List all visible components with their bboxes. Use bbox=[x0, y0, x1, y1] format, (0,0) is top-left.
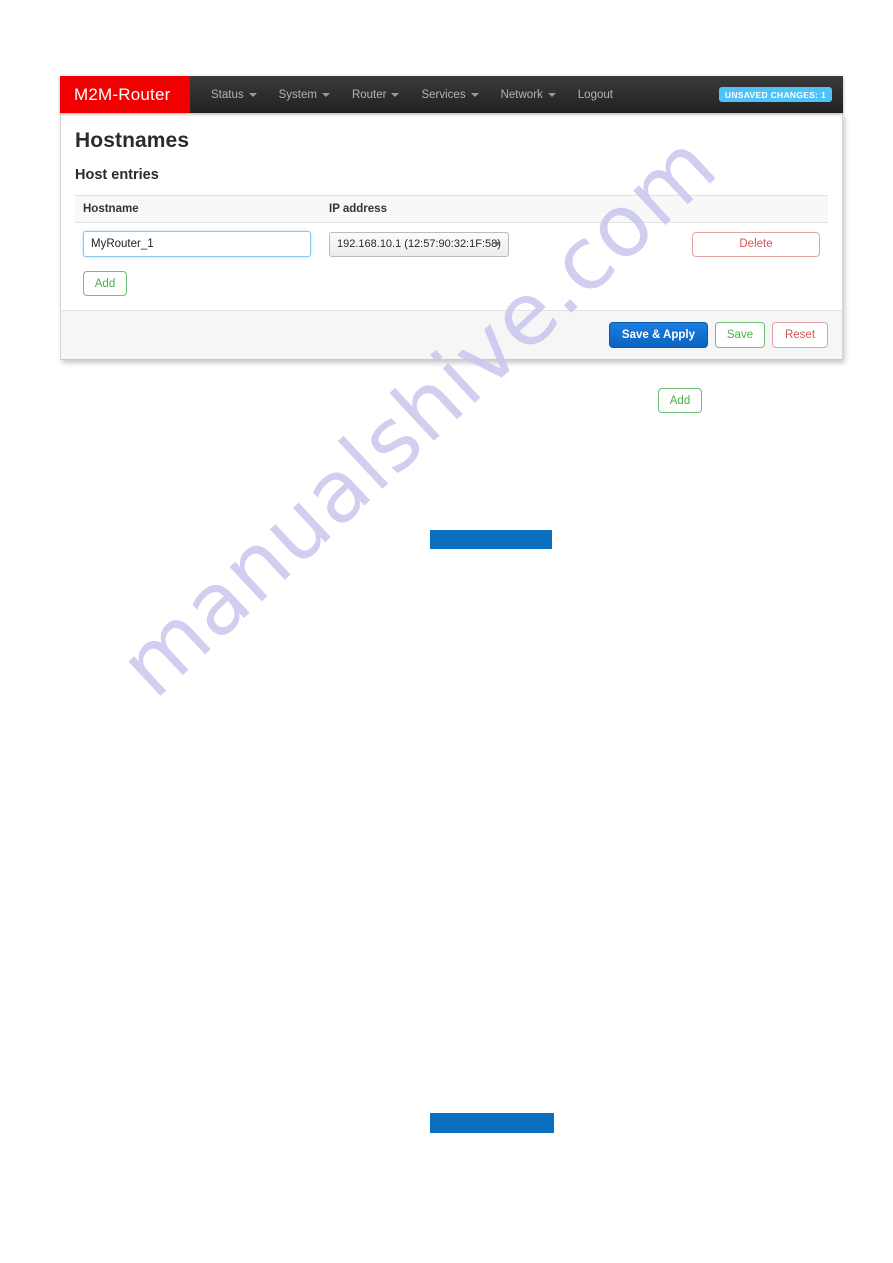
nav-item-logout-label: Logout bbox=[577, 88, 613, 101]
column-header-hostname: Hostname bbox=[83, 203, 139, 215]
save-and-apply-button[interactable]: Save & Apply bbox=[608, 322, 708, 348]
ip-address-selected-value: 192.168.10.1 (12:57:90:32:1F:58) bbox=[337, 238, 501, 250]
panel-footer: Save & Apply Save Reset bbox=[61, 310, 842, 359]
chevron-down-icon bbox=[493, 242, 501, 246]
brand-logo[interactable]: M2M-Router bbox=[60, 76, 190, 113]
chevron-down-icon bbox=[391, 92, 400, 97]
content-panel: Hostnames Host entries Hostname IP addre… bbox=[60, 113, 843, 360]
ip-address-cell: 192.168.10.1 (12:57:90:32:1F:58) bbox=[329, 231, 579, 257]
ip-address-select[interactable]: 192.168.10.1 (12:57:90:32:1F:58) bbox=[329, 231, 509, 257]
nav-item-router[interactable]: Router bbox=[341, 76, 411, 113]
actions-cell: Delete bbox=[579, 231, 820, 257]
table-row: 192.168.10.1 (12:57:90:32:1F:58) Delete bbox=[75, 223, 828, 265]
chevron-down-icon bbox=[321, 92, 330, 97]
nav-item-system[interactable]: System bbox=[268, 76, 341, 113]
column-header-ip-address: IP address bbox=[329, 203, 387, 215]
nav-item-network[interactable]: Network bbox=[490, 76, 567, 113]
floating-add-button[interactable]: Add bbox=[658, 388, 702, 413]
reset-button[interactable]: Reset bbox=[772, 322, 828, 348]
column-header-actions bbox=[579, 203, 820, 215]
chevron-down-icon bbox=[547, 92, 556, 97]
nav-item-system-label: System bbox=[278, 88, 317, 101]
hostname-input[interactable] bbox=[83, 231, 311, 257]
chevron-down-icon bbox=[470, 92, 479, 97]
nav-item-services[interactable]: Services bbox=[410, 76, 489, 113]
hostname-cell bbox=[83, 231, 329, 257]
delete-button[interactable]: Delete bbox=[692, 231, 820, 257]
page-title: Hostnames bbox=[75, 129, 190, 152]
nav-item-status-label: Status bbox=[211, 88, 244, 101]
add-button[interactable]: Add bbox=[83, 271, 127, 296]
unsaved-changes-badge[interactable]: UNSAVED CHANGES: 1 bbox=[718, 87, 832, 102]
save-button[interactable]: Save bbox=[715, 322, 765, 348]
redaction-bar bbox=[430, 1113, 554, 1133]
section-title: Host entries bbox=[75, 167, 159, 183]
nav-item-services-label: Services bbox=[421, 88, 466, 101]
nav-menu: Status System Router Services Network Lo bbox=[190, 76, 624, 113]
redaction-bar bbox=[430, 530, 552, 549]
top-navbar: M2M-Router Status System Router Services… bbox=[60, 76, 843, 113]
chevron-down-icon bbox=[248, 92, 257, 97]
navbar-right-area: UNSAVED CHANGES: 1 bbox=[718, 76, 843, 113]
host-entries-table: Hostname IP address 192.168.10.1 (12:57:… bbox=[75, 195, 828, 310]
table-header-row: Hostname IP address bbox=[75, 195, 828, 223]
add-row-area: Add bbox=[75, 265, 828, 310]
router-admin-page: M2M-Router Status System Router Services… bbox=[60, 76, 843, 360]
nav-item-network-label: Network bbox=[500, 88, 543, 101]
panel-body: Hostnames Host entries Hostname IP addre… bbox=[61, 113, 842, 310]
nav-item-logout[interactable]: Logout bbox=[567, 76, 624, 113]
nav-item-router-label: Router bbox=[351, 88, 387, 101]
nav-item-status[interactable]: Status bbox=[200, 76, 268, 113]
